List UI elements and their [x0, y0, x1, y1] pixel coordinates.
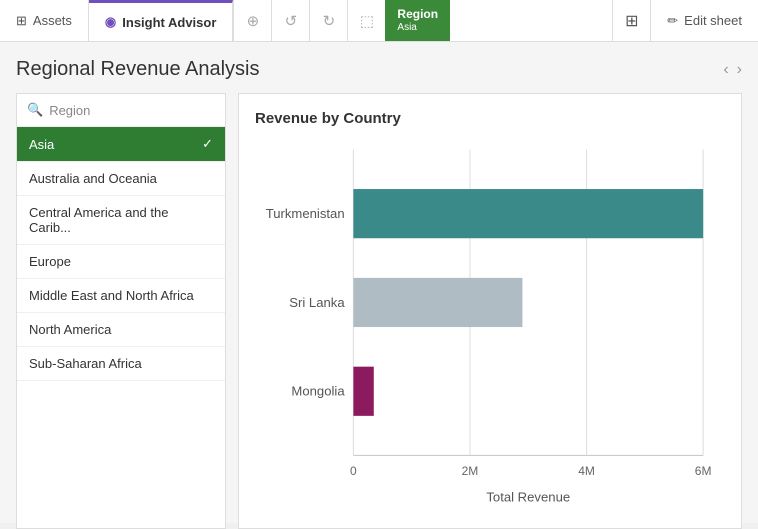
page-title-text: Regional Revenue Analysis [16, 58, 260, 81]
redo-icon-btn[interactable]: ↻ [309, 0, 347, 42]
svg-text:Total Revenue: Total Revenue [486, 489, 570, 504]
tab-insight-advisor[interactable]: ◉ Insight Advisor [89, 0, 233, 41]
main-area: 🔍 Region Asia✓Australia and OceaniaCentr… [16, 93, 742, 529]
svg-text:0: 0 [350, 464, 357, 478]
assets-label: Assets [33, 13, 72, 28]
svg-text:Turkmenistan: Turkmenistan [266, 206, 345, 221]
search-icon: 🔍 [27, 102, 43, 118]
svg-text:6M: 6M [695, 464, 712, 478]
region-button[interactable]: Region Asia [385, 0, 450, 41]
sidebar-item-1[interactable]: Australia and Oceania [17, 162, 225, 196]
region-button-label: Region [397, 7, 438, 21]
page-content: Regional Revenue Analysis ‹ › 🔍 Region A… [0, 42, 758, 523]
sidebar-search[interactable]: 🔍 Region [17, 94, 225, 127]
grid-view-icon-btn[interactable]: ⊞ [612, 0, 650, 42]
nav-arrows: ‹ › [723, 61, 742, 79]
chart-area: 0 2M 4M 6M Turkmenistan Sri Lanka Mongolia Tota… [255, 137, 725, 512]
insight-icon: ◉ [105, 14, 116, 30]
sidebar-item-6[interactable]: Sub-Saharan Africa [17, 347, 225, 381]
sidebar-item-0[interactable]: Asia✓ [17, 127, 225, 162]
svg-text:Mongolia: Mongolia [291, 384, 345, 399]
undo-icon-btn[interactable]: ↺ [271, 0, 309, 42]
bar-2 [353, 367, 373, 416]
nav-back-arrow[interactable]: ‹ [723, 61, 728, 79]
sidebar-item-2[interactable]: Central America and the Carib... [17, 196, 225, 245]
sidebar-item-4[interactable]: Middle East and North Africa [17, 279, 225, 313]
region-button-sub: Asia [397, 22, 438, 34]
sidebar-item-3[interactable]: Europe [17, 245, 225, 279]
insight-advisor-label: Insight Advisor [122, 15, 216, 30]
zoom-icon-btn[interactable]: ⊕ [233, 0, 271, 42]
edit-sheet-pencil-icon: ✏ [667, 13, 678, 29]
page-title-row: Regional Revenue Analysis ‹ › [16, 58, 742, 81]
top-right-actions: ⊞ ✏ Edit sheet [612, 0, 758, 41]
edit-sheet-button[interactable]: ✏ Edit sheet [650, 0, 758, 42]
select-icon-btn[interactable]: ⬚ [347, 0, 385, 42]
assets-icon: ⊞ [16, 13, 27, 29]
tab-assets[interactable]: ⊞ Assets [0, 0, 89, 41]
chart-title: Revenue by Country [255, 110, 725, 127]
search-label: Region [49, 103, 90, 118]
svg-text:2M: 2M [462, 464, 479, 478]
chart-container: Revenue by Country 0 2M 4M 6M Turkmenistan Sr… [238, 93, 742, 529]
bar-1 [353, 278, 522, 327]
svg-text:Sri Lanka: Sri Lanka [289, 295, 345, 310]
sidebar: 🔍 Region Asia✓Australia and OceaniaCentr… [16, 93, 226, 529]
nav-forward-arrow[interactable]: › [737, 61, 742, 79]
sidebar-item-5[interactable]: North America [17, 313, 225, 347]
svg-text:4M: 4M [578, 464, 595, 478]
edit-sheet-label: Edit sheet [684, 13, 742, 28]
check-icon: ✓ [202, 136, 213, 152]
top-bar: ⊞ Assets ◉ Insight Advisor ⊕ ↺ ↻ ⬚ Regio… [0, 0, 758, 42]
sidebar-items: Asia✓Australia and OceaniaCentral Americ… [17, 127, 225, 381]
bar-0 [353, 189, 703, 238]
bar-chart-svg: 0 2M 4M 6M Turkmenistan Sri Lanka Mongolia Tota… [255, 137, 725, 512]
